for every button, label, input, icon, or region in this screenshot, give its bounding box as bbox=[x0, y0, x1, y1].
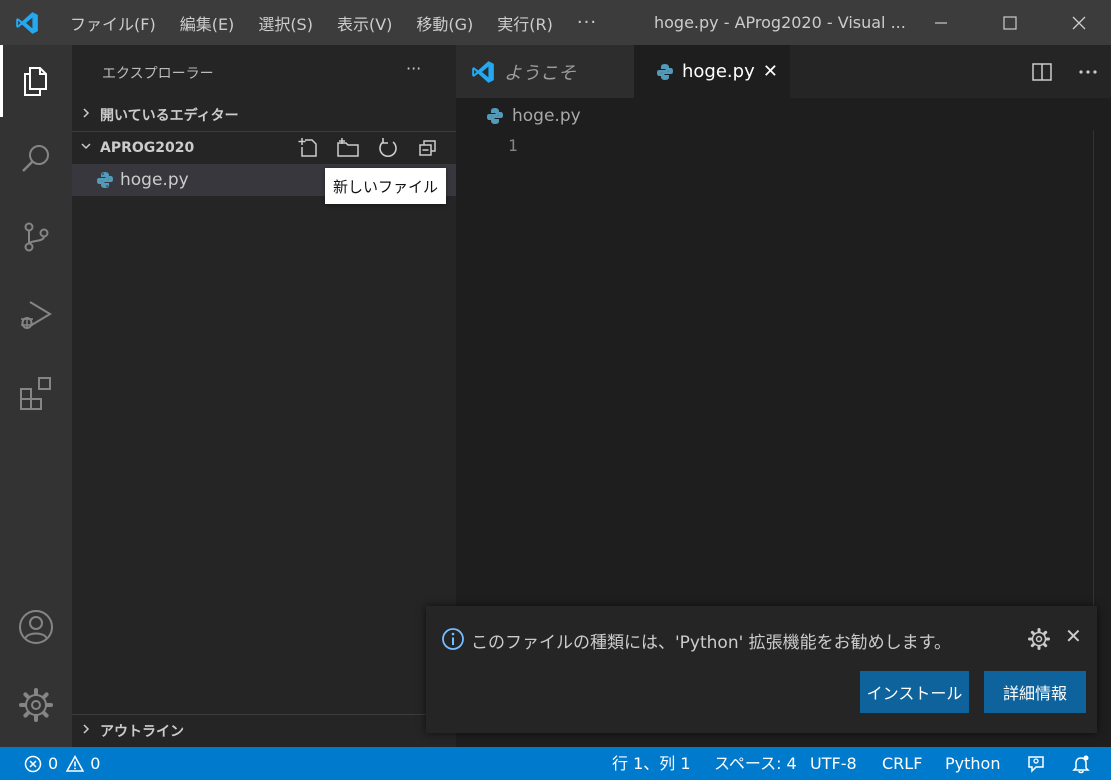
notifications-button[interactable] bbox=[1071, 747, 1091, 780]
activity-extensions[interactable] bbox=[0, 357, 72, 429]
error-icon bbox=[24, 755, 42, 772]
vscode-logo-icon bbox=[472, 60, 494, 83]
activity-accounts[interactable] bbox=[0, 591, 72, 663]
notification-message: このファイルの種類には、'Python' 拡張機能をお勧めします。 bbox=[471, 633, 951, 653]
menu-more-button[interactable]: ··· bbox=[571, 12, 603, 33]
collapse-all-button[interactable] bbox=[408, 132, 448, 164]
window-title: hoge.py - AProg2020 - Visual ... bbox=[654, 13, 906, 32]
tab-close-button[interactable]: ✕ bbox=[763, 61, 778, 82]
open-editors-section[interactable]: 開いているエディター bbox=[72, 99, 456, 131]
chevron-down-icon bbox=[80, 140, 100, 156]
install-button[interactable]: インストール bbox=[860, 671, 969, 713]
sidebar-more-button[interactable]: ··· bbox=[406, 59, 421, 78]
title-bar: ファイル(F) 編集(E) 選択(S) 表示(V) 移動(G) 実行(R) ··… bbox=[0, 0, 1111, 45]
tab-hoge-py[interactable]: hoge.py ✕ bbox=[634, 45, 790, 98]
chevron-right-icon bbox=[80, 723, 100, 739]
problems-status[interactable]: 0 0 bbox=[24, 747, 100, 780]
tab-label: ようこそ bbox=[504, 62, 576, 84]
python-file-icon bbox=[657, 63, 673, 80]
folder-label: APROG2020 bbox=[100, 140, 195, 156]
collapse-all-icon bbox=[419, 140, 436, 156]
split-editor-button[interactable] bbox=[1019, 45, 1065, 98]
activity-bar bbox=[0, 45, 72, 747]
menu-run[interactable]: 実行(R) bbox=[491, 11, 559, 35]
activity-search[interactable] bbox=[0, 123, 72, 195]
run-debug-icon bbox=[21, 301, 52, 329]
maximize-icon bbox=[1003, 15, 1017, 30]
notification-toast: このファイルの種類には、'Python' 拡張機能をお勧めします。 ✕ インスト… bbox=[426, 606, 1097, 733]
new-file-icon bbox=[298, 138, 317, 157]
folder-actions bbox=[288, 132, 448, 164]
python-file-icon bbox=[487, 108, 503, 124]
indentation-status[interactable]: スペース: 4 bbox=[714, 747, 797, 780]
menu-edit[interactable]: 編集(E) bbox=[174, 11, 241, 35]
refresh-icon bbox=[379, 138, 397, 157]
line-number: 1 bbox=[508, 136, 518, 155]
chevron-right-icon bbox=[80, 107, 100, 123]
open-editors-label: 開いているエディター bbox=[100, 108, 239, 124]
vscode-logo-icon bbox=[16, 12, 38, 34]
refresh-button[interactable] bbox=[368, 132, 408, 164]
activity-run-debug[interactable] bbox=[0, 279, 72, 351]
maximize-button[interactable] bbox=[986, 0, 1034, 45]
outline-label: アウトライン bbox=[100, 724, 184, 740]
cursor-position[interactable]: 行 1、列 1 bbox=[612, 747, 691, 780]
status-bar: 0 0 行 1、列 1 スペース: 4 UTF-8 CRLF Python bbox=[0, 747, 1111, 780]
feedback-icon bbox=[1028, 755, 1044, 773]
feedback-button[interactable] bbox=[1026, 747, 1046, 780]
new-file-tooltip: 新しいファイル bbox=[325, 168, 446, 204]
activity-source-control[interactable] bbox=[0, 201, 72, 273]
bell-icon bbox=[1072, 755, 1090, 773]
folder-section[interactable]: APROG2020 bbox=[72, 132, 456, 164]
tab-welcome[interactable]: ようこそ bbox=[456, 45, 634, 98]
close-icon bbox=[1072, 16, 1086, 29]
more-icon bbox=[1079, 69, 1097, 74]
editor-actions bbox=[1019, 45, 1111, 98]
new-folder-button[interactable] bbox=[328, 132, 368, 164]
warning-icon bbox=[66, 754, 85, 772]
editor-more-button[interactable] bbox=[1065, 45, 1111, 98]
activity-manage[interactable] bbox=[0, 669, 72, 741]
minimize-button[interactable] bbox=[917, 0, 965, 45]
new-folder-icon bbox=[337, 138, 359, 157]
editor-tab-bar: ようこそ hoge.py ✕ bbox=[456, 45, 1111, 98]
info-icon bbox=[442, 628, 464, 650]
menu-view[interactable]: 表示(V) bbox=[331, 11, 398, 35]
menu-bar: ファイル(F) 編集(E) 選択(S) 表示(V) 移動(G) 実行(R) ··… bbox=[58, 0, 609, 45]
sidebar-title: エクスプローラー bbox=[102, 66, 214, 82]
details-button[interactable]: 詳細情報 bbox=[984, 671, 1086, 713]
warning-count: 0 bbox=[90, 754, 101, 773]
account-icon bbox=[19, 610, 53, 644]
breadcrumb-file: hoge.py bbox=[512, 106, 581, 126]
gear-icon[interactable] bbox=[1027, 627, 1051, 651]
menu-selection[interactable]: 選択(S) bbox=[252, 11, 319, 35]
encoding-status[interactable]: UTF-8 bbox=[810, 747, 857, 780]
language-mode[interactable]: Python bbox=[945, 747, 1000, 780]
extensions-icon bbox=[20, 377, 51, 410]
menu-file[interactable]: ファイル(F) bbox=[64, 11, 162, 35]
eol-status[interactable]: CRLF bbox=[882, 747, 922, 780]
activity-explorer[interactable] bbox=[0, 45, 72, 117]
minimize-icon bbox=[935, 21, 947, 24]
menu-go[interactable]: 移動(G) bbox=[410, 11, 479, 35]
error-count: 0 bbox=[48, 754, 59, 773]
source-control-icon bbox=[24, 222, 49, 252]
search-icon bbox=[22, 145, 49, 172]
tab-label: hoge.py bbox=[682, 61, 755, 82]
file-name: hoge.py bbox=[120, 170, 189, 190]
breadcrumb[interactable]: hoge.py bbox=[486, 104, 581, 128]
python-file-icon bbox=[97, 172, 113, 188]
outline-section[interactable]: アウトライン bbox=[72, 715, 456, 747]
explorer-sidebar: エクスプローラー ··· 開いているエディター APROG2020 hoge.p… bbox=[72, 45, 456, 747]
gear-icon bbox=[19, 688, 53, 722]
window-close-button[interactable] bbox=[1055, 0, 1103, 45]
split-editor-icon bbox=[1032, 62, 1052, 81]
files-icon bbox=[24, 67, 47, 96]
new-file-button[interactable] bbox=[288, 132, 328, 164]
scrollbar-track[interactable] bbox=[1093, 130, 1094, 610]
notification-close-button[interactable]: ✕ bbox=[1065, 624, 1082, 648]
